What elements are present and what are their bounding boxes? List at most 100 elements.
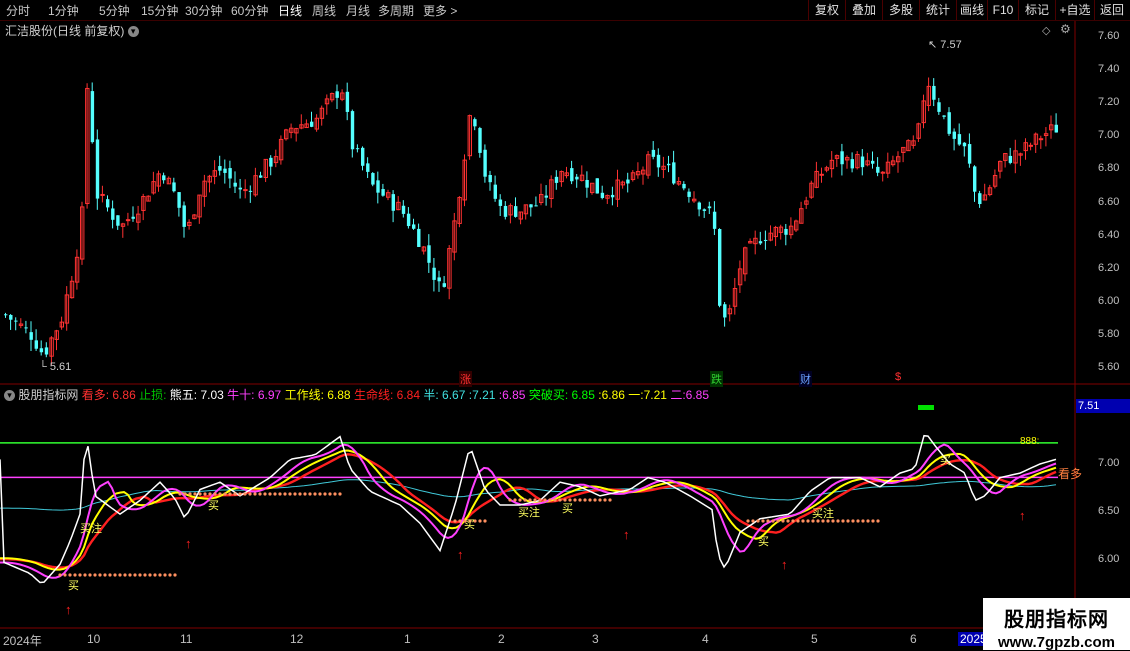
gear-icon[interactable]: ⚙ (1060, 22, 1071, 36)
f10-button[interactable]: F10 (987, 0, 1018, 20)
candle-body (151, 181, 156, 194)
support-dot (598, 498, 602, 502)
support-dot (801, 519, 805, 523)
candle-body (253, 175, 258, 196)
restore-right-button[interactable]: 复权 (808, 0, 845, 20)
support-dot (538, 498, 542, 502)
candle-body (156, 173, 161, 187)
candle-body (355, 148, 360, 150)
ind-half: 半: 6.67 (423, 388, 466, 402)
event-mark-rise[interactable]: 涨 (459, 371, 472, 387)
support-dot (88, 573, 92, 577)
candle-body (1033, 133, 1039, 145)
candle-body (187, 221, 192, 226)
candle-body (376, 180, 380, 193)
event-mark-finance[interactable]: 财 (799, 371, 812, 387)
candle-body (559, 171, 564, 183)
support-dot (856, 519, 860, 523)
up-arrow-icon: ↑ (185, 536, 192, 551)
candle-body (146, 195, 151, 202)
candle-body (125, 219, 131, 222)
candle-body (692, 198, 697, 202)
support-dot (806, 519, 810, 523)
candle-body (243, 189, 248, 192)
support-dot (766, 519, 770, 523)
candle-body (1003, 153, 1008, 161)
price-tick: 7.20 (1098, 96, 1120, 108)
period-5min[interactable]: 5分钟 (99, 2, 130, 19)
candle-body (758, 241, 763, 244)
chevron-down-icon[interactable]: ▾ (127, 26, 139, 38)
support-dot (583, 498, 587, 502)
support-dot (866, 519, 870, 523)
candle-body (967, 144, 972, 164)
up-arrow-icon: ↑ (65, 602, 72, 617)
period-60min[interactable]: 60分钟 (231, 2, 268, 19)
candle-body (834, 155, 840, 159)
buy-label: 买 (68, 580, 79, 592)
candle-body (34, 340, 38, 349)
back-button[interactable]: 返回 (1094, 0, 1129, 20)
candle-body (646, 154, 651, 176)
multi-stock-button[interactable]: 多股 (882, 0, 919, 20)
candle-body (804, 200, 809, 205)
period-multi[interactable]: 多周期 (378, 2, 414, 19)
ind-workline: 工作线: 6.88 (284, 388, 351, 402)
candle-body (69, 280, 75, 299)
period-weekly[interactable]: 周线 (312, 2, 336, 19)
event-mark-fall[interactable]: 跌 (710, 371, 723, 387)
candle-body (635, 171, 641, 176)
candle-body (585, 179, 589, 188)
indicator-name[interactable]: 股朋指标网 (18, 388, 78, 402)
support-dot (158, 573, 162, 577)
chevron-down-icon[interactable]: ▾ (4, 390, 15, 402)
period-1min[interactable]: 1分钟 (48, 2, 79, 19)
period-monthly[interactable]: 月线 (346, 2, 370, 19)
candle-body (233, 182, 237, 187)
candle-body (957, 134, 962, 145)
candle-body (202, 180, 207, 197)
diamond-icon[interactable]: ◇ (1042, 24, 1050, 37)
period-more[interactable]: 更多 > (423, 2, 457, 19)
candle-body (1023, 142, 1028, 152)
candle-body (982, 194, 988, 201)
candle-body (421, 246, 427, 252)
draw-line-button[interactable]: 画线 (956, 0, 987, 20)
ind-stoploss: 止损: (139, 388, 167, 402)
support-dot (333, 492, 337, 496)
candle-body (412, 224, 416, 229)
support-dot (513, 498, 517, 502)
event-mark-dollar[interactable]: $ (895, 371, 901, 383)
candle-body (483, 149, 487, 177)
candle-body (391, 194, 395, 211)
add-watchlist-button[interactable]: +自选 (1055, 0, 1094, 20)
candle-body (29, 332, 33, 340)
candle-body (80, 206, 85, 260)
candle-body (773, 226, 778, 238)
candle-body (432, 267, 436, 280)
period-minute-share[interactable]: 分时 (6, 2, 30, 19)
support-dot (208, 492, 212, 496)
candle-body (937, 102, 941, 112)
candle-body (987, 187, 993, 196)
period-daily[interactable]: 日线 (278, 2, 302, 19)
candle-body (641, 169, 646, 175)
support-dot (603, 498, 607, 502)
support-dot (248, 492, 252, 496)
candle-body (381, 189, 385, 196)
price-chart[interactable]: ↑ ↑ ↑ ↑ ↑ ↑ (0, 0, 1130, 650)
mark-button[interactable]: 标记 (1018, 0, 1055, 20)
statistics-button[interactable]: 统计 (919, 0, 956, 20)
support-dot (578, 498, 582, 502)
overlay-button[interactable]: 叠加 (845, 0, 882, 20)
support-dot (313, 492, 317, 496)
support-dot (533, 498, 537, 502)
candle-body (299, 124, 304, 129)
candle-body (819, 173, 824, 176)
support-dot (268, 492, 272, 496)
candle-body (1013, 150, 1018, 164)
period-30min[interactable]: 30分钟 (185, 2, 222, 19)
period-15min[interactable]: 15分钟 (141, 2, 178, 19)
candle-body (182, 205, 186, 227)
candle-body (248, 190, 253, 192)
